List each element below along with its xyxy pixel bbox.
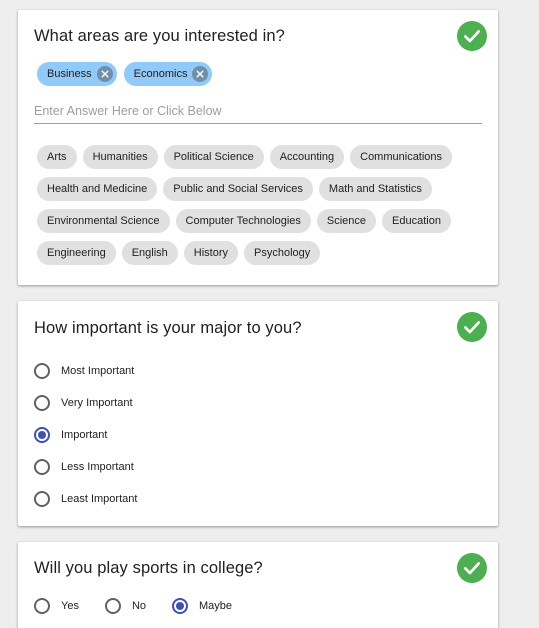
radio-label: Important — [61, 429, 108, 441]
radio-very-important[interactable]: Very Important — [34, 387, 137, 419]
option-chip-communications[interactable]: Communications — [350, 145, 453, 169]
radio-least-important[interactable]: Least Important — [34, 483, 137, 515]
radio-button[interactable] — [34, 459, 50, 475]
check-circle-icon — [457, 21, 487, 51]
option-chip-arts[interactable]: Arts — [37, 145, 77, 169]
major-question-title: How important is your major to you? — [34, 319, 302, 337]
radio-label: Less Important — [61, 461, 134, 473]
option-chip-psychology[interactable]: Psychology — [244, 241, 321, 265]
option-chip-health-and-medicine[interactable]: Health and Medicine — [37, 177, 158, 201]
radio-no[interactable]: No — [104, 590, 147, 622]
radio-yes[interactable]: Yes — [34, 590, 79, 622]
option-chip-science[interactable]: Science — [316, 209, 377, 233]
option-chip-computer-technologies[interactable]: Computer Technologies — [175, 209, 311, 233]
option-chip-humanities[interactable]: Humanities — [82, 145, 158, 169]
radio-button[interactable] — [34, 363, 50, 379]
option-chip-engineering[interactable]: Engineering — [37, 241, 116, 265]
selected-chip-economics: Economics — [123, 62, 213, 86]
check-circle-icon — [457, 312, 487, 342]
sports-radio-group: Yes No Maybe — [34, 590, 258, 622]
answer-input[interactable] — [34, 99, 482, 124]
option-chip-environmental-science[interactable]: Environmental Science — [37, 209, 170, 233]
radio-dot — [176, 602, 185, 610]
radio-dot — [38, 431, 46, 439]
sports-question-card: Will you play sports in college? Yes No … — [18, 542, 498, 628]
radio-less-important[interactable]: Less Important — [34, 451, 137, 483]
option-chip-history[interactable]: History — [183, 241, 239, 265]
radio-label: Maybe — [199, 600, 233, 612]
radio-button[interactable] — [34, 598, 50, 614]
check-circle-icon — [457, 553, 487, 583]
radio-button-selected[interactable] — [172, 598, 189, 614]
option-chip-public-and-social-services[interactable]: Public and Social Services — [163, 177, 313, 201]
major-question-card: How important is your major to you? Most… — [18, 301, 498, 526]
remove-chip-icon[interactable] — [96, 66, 113, 82]
radio-most-important[interactable]: Most Important — [34, 355, 137, 387]
major-radio-group: Most Important Very Important Important … — [34, 355, 137, 515]
radio-button[interactable] — [34, 395, 50, 411]
option-chip-english[interactable]: English — [121, 241, 178, 265]
radio-label: Very Important — [61, 397, 133, 409]
selected-chip-label: Economics — [133, 68, 188, 80]
option-chip-math-and-statistics[interactable]: Math and Statistics — [318, 177, 432, 201]
option-chip-accounting[interactable]: Accounting — [269, 145, 345, 169]
radio-label: Yes — [61, 600, 79, 612]
areas-question-card: What areas are you interested in? Busine… — [18, 10, 498, 285]
radio-label: Least Important — [61, 493, 138, 505]
selected-chip-business: Business — [37, 62, 117, 86]
area-options: Arts Humanities Political Science Accoun… — [37, 145, 482, 265]
option-chip-political-science[interactable]: Political Science — [163, 145, 264, 169]
option-chip-education[interactable]: Education — [382, 209, 451, 233]
radio-button[interactable] — [104, 598, 121, 614]
radio-button-selected[interactable] — [34, 427, 50, 443]
radio-important[interactable]: Important — [34, 419, 137, 451]
remove-chip-icon[interactable] — [192, 66, 209, 82]
sports-question-title: Will you play sports in college? — [34, 559, 263, 577]
radio-button[interactable] — [34, 491, 50, 507]
areas-question-title: What areas are you interested in? — [34, 27, 285, 45]
radio-label: Most Important — [61, 365, 135, 377]
radio-maybe[interactable]: Maybe — [172, 590, 232, 622]
radio-label: No — [131, 600, 147, 612]
selected-areas: Business Economics — [37, 62, 213, 86]
selected-chip-label: Business — [47, 68, 92, 80]
